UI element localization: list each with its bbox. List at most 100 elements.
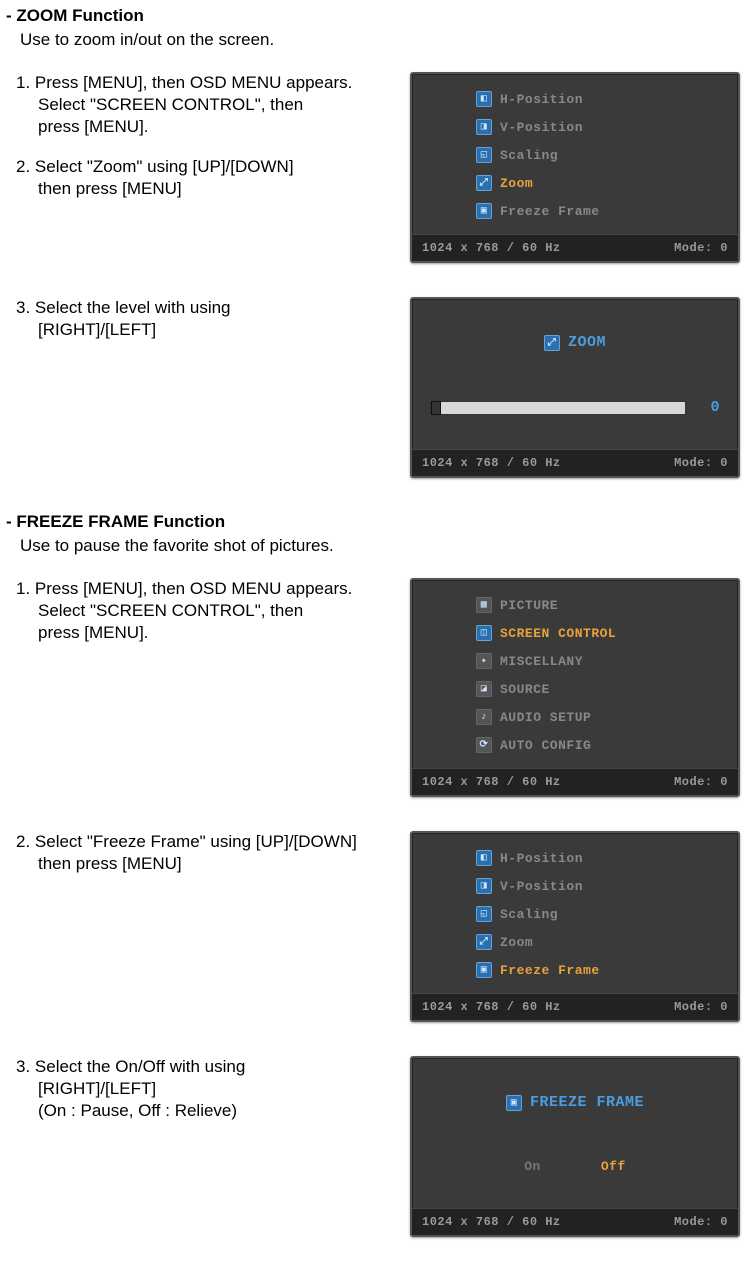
- osd-ff-title: FREEZE FRAME: [530, 1094, 644, 1111]
- slider-knob: [431, 401, 441, 415]
- osd-ff-title-row: ▣ FREEZE FRAME: [506, 1094, 644, 1111]
- menu-item-icon: ◱: [476, 147, 492, 163]
- zoom-step3-text: 3. Select the level with using [RIGHT]/[…: [6, 297, 410, 341]
- freeze-step3-l1: 3. Select the On/Off with using: [16, 1056, 410, 1078]
- osd-ff-off-selected: Off: [601, 1159, 626, 1174]
- osd-slider: [430, 401, 686, 415]
- zoom-step3-l1: 3. Select the level with using: [16, 297, 410, 319]
- zoom-step2-l2: then press [MENU]: [16, 178, 410, 200]
- osd-item-autoconfig: ⟳AUTO CONFIG: [426, 734, 724, 756]
- freeze-step2-l1: 2. Select "Freeze Frame" using [UP]/[DOW…: [16, 831, 410, 853]
- status-resolution: 1024 x 768 / 60 Hz: [422, 456, 561, 470]
- osd-label: Freeze Frame: [500, 204, 600, 219]
- status-mode: Mode: 0: [674, 1215, 728, 1229]
- osd-slider-wrap: 0: [426, 399, 724, 416]
- menu-item-icon: ◨: [476, 119, 492, 135]
- menu-item-icon: ◧: [476, 850, 492, 866]
- menu-item-icon: ◱: [476, 906, 492, 922]
- osd-item-screencontrol-selected: ◫ SCREEN CONTROL: [426, 622, 724, 644]
- osd-label: PICTURE: [500, 598, 558, 613]
- osd-main-menu: ▦ PICTURE ◫ SCREEN CONTROL ✦MISCELLANY ◪SO…: [410, 578, 740, 797]
- freeze-step2-text: 2. Select "Freeze Frame" using [UP]/[DOW…: [6, 831, 410, 875]
- zoom-step2-l1: 2. Select "Zoom" using [UP]/[DOWN]: [16, 156, 410, 178]
- osd-ff-on: On: [524, 1159, 541, 1174]
- freeze-icon: ▣: [506, 1095, 522, 1111]
- osd-item-hposition: ◧ H-Position: [426, 847, 724, 869]
- zoom-desc: Use to zoom in/out on the screen.: [20, 30, 745, 50]
- zoom-icon: ⤢: [544, 335, 560, 351]
- osd-zoom-title-row: ⤢ ZOOM: [544, 334, 606, 351]
- zoom-step1-l2: Select "SCREEN CONTROL", then: [16, 94, 410, 116]
- osd-slider-value: 0: [700, 399, 720, 416]
- status-mode: Mode: 0: [674, 775, 728, 789]
- zoom-step3-row: 3. Select the level with using [RIGHT]/[…: [6, 297, 745, 478]
- osd-label: Freeze Frame: [500, 963, 600, 978]
- osd-statusbar: 1024 x 768 / 60 Hz Mode: 0: [412, 1208, 738, 1235]
- osd-label: H-Position: [500, 851, 583, 866]
- freeze-desc: Use to pause the favorite shot of pictur…: [20, 536, 745, 556]
- osd-item-zoom-selected: ⤢ Zoom: [426, 172, 724, 194]
- osd-item-audio: ♪ AUDIO SETUP: [426, 706, 724, 728]
- menu-item-icon: ◫: [476, 625, 492, 641]
- zoom-step1-row: 1. Press [MENU], then OSD MENU appears. …: [6, 72, 745, 263]
- osd-onoff-row: On Off: [524, 1159, 626, 1174]
- osd-item-vposition: ◨V-Position: [426, 875, 724, 897]
- osd-item-scaling: ◱ Scaling: [426, 144, 724, 166]
- osd-item-hposition: ◧ H-Position: [426, 88, 724, 110]
- menu-item-icon: ⤢: [476, 175, 492, 191]
- osd-label: SOURCE: [500, 682, 550, 697]
- osd-statusbar: 1024 x 768 / 60 Hz Mode: 0: [412, 234, 738, 261]
- osd-screencontrol-freeze: ◧ H-Position ◨V-Position ◱ Scaling ⤢Zoom ▣…: [410, 831, 740, 1022]
- osd-screencontrol-zoom: ◧ H-Position ◨ V-Position ◱ Scaling ⤢ Zoom ▣…: [410, 72, 740, 263]
- osd-label: Zoom: [500, 176, 533, 191]
- osd-label: AUTO CONFIG: [500, 738, 591, 753]
- status-mode: Mode: 0: [674, 1000, 728, 1014]
- status-mode: Mode: 0: [674, 456, 728, 470]
- osd-label: Scaling: [500, 148, 558, 163]
- status-resolution: 1024 x 768 / 60 Hz: [422, 775, 561, 789]
- osd-item-zoom: ⤢Zoom: [426, 931, 724, 953]
- status-resolution: 1024 x 768 / 60 Hz: [422, 1000, 561, 1014]
- menu-item-icon: ◧: [476, 91, 492, 107]
- zoom-step3-l2: [RIGHT]/[LEFT]: [16, 319, 410, 341]
- status-resolution: 1024 x 768 / 60 Hz: [422, 241, 561, 255]
- osd-freezeframe-onoff: ▣ FREEZE FRAME On Off 1024 x 768 / 60 Hz…: [410, 1056, 740, 1237]
- freeze-step3-l3: (On : Pause, Off : Relieve): [16, 1100, 410, 1122]
- menu-item-icon: ▦: [476, 597, 492, 613]
- osd-label: Scaling: [500, 907, 558, 922]
- menu-item-icon: ✦: [476, 653, 492, 669]
- osd-label: V-Position: [500, 120, 583, 135]
- osd-statusbar: 1024 x 768 / 60 Hz Mode: 0: [412, 768, 738, 795]
- status-resolution: 1024 x 768 / 60 Hz: [422, 1215, 561, 1229]
- osd-item-scaling: ◱ Scaling: [426, 903, 724, 925]
- menu-item-icon: ♪: [476, 709, 492, 725]
- osd-item-source: ◪SOURCE: [426, 678, 724, 700]
- freeze-step3-row: 3. Select the On/Off with using [RIGHT]/…: [6, 1056, 745, 1237]
- menu-item-icon: ▣: [476, 962, 492, 978]
- osd-statusbar: 1024 x 768 / 60 Hz Mode: 0: [412, 993, 738, 1020]
- osd-zoom-title: ZOOM: [568, 334, 606, 351]
- osd-label: H-Position: [500, 92, 583, 107]
- freeze-step1-row: 1. Press [MENU], then OSD MENU appears. …: [6, 578, 745, 797]
- osd-item-freezeframe-selected: ▣ Freeze Frame: [426, 959, 724, 981]
- status-mode: Mode: 0: [674, 241, 728, 255]
- freeze-step1-l2: Select "SCREEN CONTROL", then: [16, 600, 410, 622]
- osd-item-picture: ▦ PICTURE: [426, 594, 724, 616]
- osd-zoom-slider: ⤢ ZOOM 0 1024 x 768 / 60 Hz Mode: 0: [410, 297, 740, 478]
- freeze-step3-l2: [RIGHT]/[LEFT]: [16, 1078, 410, 1100]
- freeze-step3-text: 3. Select the On/Off with using [RIGHT]/…: [6, 1056, 410, 1122]
- freeze-title: - FREEZE FRAME Function: [6, 512, 745, 532]
- zoom-step1-l3: press [MENU].: [16, 116, 410, 138]
- freeze-step1-l3: press [MENU].: [16, 622, 410, 644]
- osd-label: V-Position: [500, 879, 583, 894]
- osd-item-miscellany: ✦MISCELLANY: [426, 650, 724, 672]
- freeze-step2-row: 2. Select "Freeze Frame" using [UP]/[DOW…: [6, 831, 745, 1022]
- osd-item-vposition: ◨ V-Position: [426, 116, 724, 138]
- osd-label: AUDIO SETUP: [500, 710, 591, 725]
- osd-item-freezeframe: ▣Freeze Frame: [426, 200, 724, 222]
- zoom-step1-text: 1. Press [MENU], then OSD MENU appears. …: [6, 72, 410, 200]
- osd-label: SCREEN CONTROL: [500, 626, 616, 641]
- zoom-step1-l1: 1. Press [MENU], then OSD MENU appears.: [16, 72, 410, 94]
- freeze-step1-text: 1. Press [MENU], then OSD MENU appears. …: [6, 578, 410, 644]
- zoom-title: - ZOOM Function: [6, 6, 745, 26]
